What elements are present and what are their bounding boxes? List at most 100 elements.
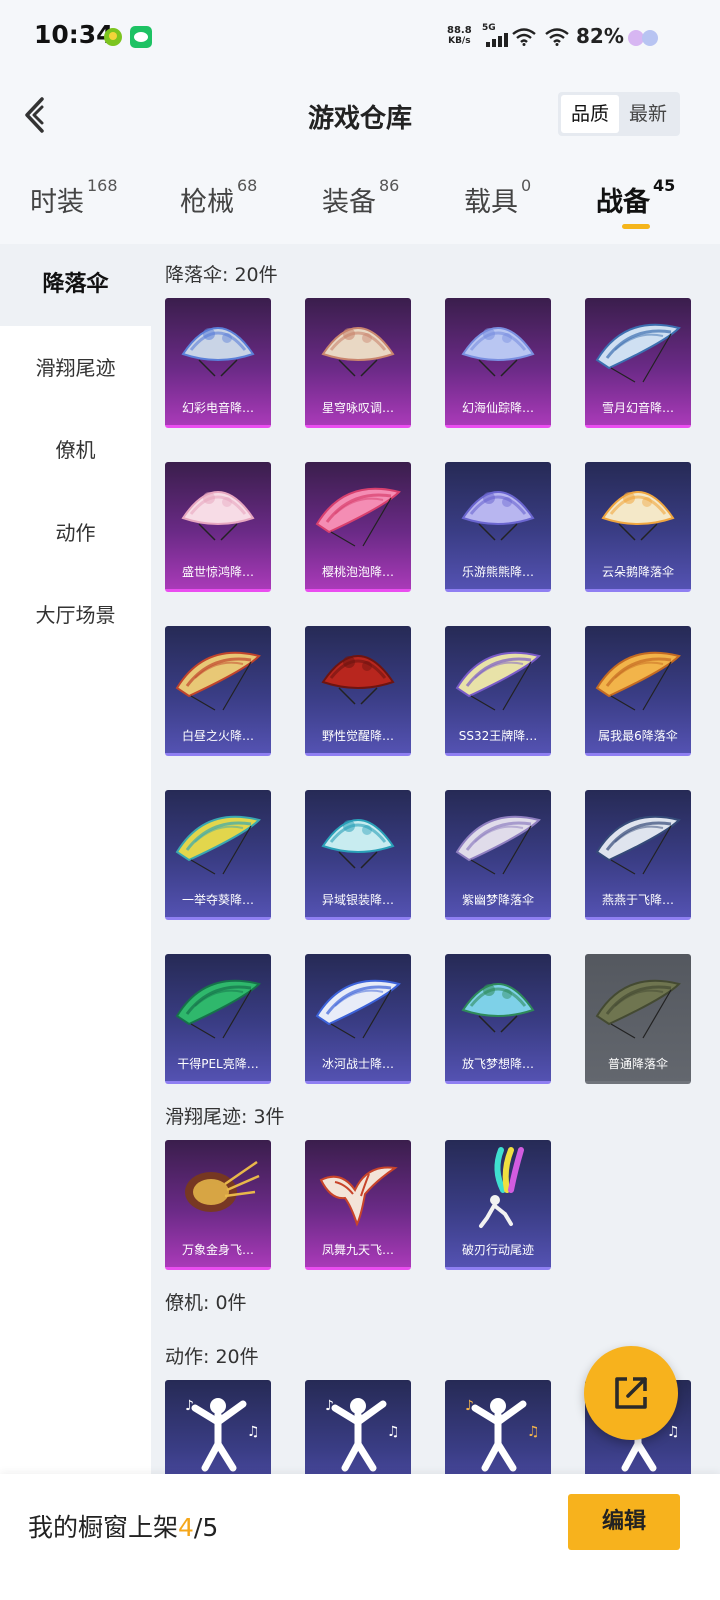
parachute-wing-icon bbox=[175, 815, 261, 875]
item-card[interactable]: 万象金身飞… bbox=[165, 1140, 271, 1270]
item-card[interactable]: 云朵鹅降落伞 bbox=[585, 462, 691, 592]
active-tab-indicator bbox=[622, 224, 650, 229]
item-card[interactable]: 凤舞九天飞… bbox=[305, 1140, 411, 1270]
parachute-wing-icon bbox=[595, 323, 681, 383]
tab-count: 45 bbox=[653, 176, 676, 195]
item-card[interactable]: SS32王牌降… bbox=[445, 626, 551, 756]
section-glide-trail-title: 滑翔尾迹: 3件 bbox=[165, 1106, 285, 1128]
item-card[interactable]: ♪♫ bbox=[445, 1380, 551, 1474]
item-name: 樱桃泡泡降… bbox=[321, 565, 394, 579]
bottom-bar: 我的橱窗上架4/5 编辑 bbox=[0, 1474, 720, 1600]
item-card[interactable]: ♪♫ bbox=[165, 1380, 271, 1474]
item-card[interactable]: 燕燕于飞降… bbox=[585, 790, 691, 920]
page-header: 游戏仓库 品质 最新 bbox=[0, 70, 720, 160]
battery-level: 82% bbox=[576, 24, 624, 48]
tab-battle-gear[interactable]: 战备45 bbox=[596, 176, 675, 219]
sidebar-item-lobby-scene[interactable]: 大厅场景 bbox=[0, 574, 151, 656]
wifi-icon bbox=[512, 28, 536, 46]
cell-signal-icon bbox=[486, 33, 508, 47]
item-card[interactable]: 冰河战士降… bbox=[305, 954, 411, 1084]
item-name: 幻海仙踪降… bbox=[461, 401, 534, 415]
parachute-round-icon bbox=[181, 327, 255, 377]
svg-text:♪: ♪ bbox=[465, 1398, 474, 1414]
item-grid-area[interactable]: 降落伞: 20件幻彩电音降… 星穹咏叹调… 幻海仙踪降… 雪月幻音降… 盛世惊鸿降… 樱桃… bbox=[151, 244, 720, 1474]
edit-button[interactable]: 编辑 bbox=[568, 1494, 680, 1550]
item-name: 盛世惊鸿降… bbox=[181, 565, 254, 579]
parachute-wing-icon bbox=[595, 651, 681, 711]
item-name: 异域银装降… bbox=[321, 893, 394, 907]
item-name: 普通降落伞 bbox=[607, 1057, 668, 1071]
network-type: 5G bbox=[482, 23, 496, 33]
network-speed-value: 88.8 bbox=[447, 25, 472, 36]
parachute-wing-icon bbox=[455, 815, 541, 875]
subcategory-sidebar: 降落伞 滑翔尾迹 僚机 动作 大厅场景 bbox=[0, 244, 151, 1474]
item-card[interactable]: 雪月幻音降… bbox=[585, 298, 691, 428]
item-name: 一举夺葵降… bbox=[181, 893, 254, 907]
item-card[interactable]: 盛世惊鸿降… bbox=[165, 462, 271, 592]
sidebar-item-glide-trail[interactable]: 滑翔尾迹 bbox=[0, 327, 151, 409]
sort-by-latest-button[interactable]: 最新 bbox=[619, 95, 677, 133]
tab-fashion[interactable]: 时装168 bbox=[30, 176, 118, 219]
emote-dab-icon: ♪♫ bbox=[325, 1398, 400, 1472]
item-card[interactable]: 野性觉醒降… bbox=[305, 626, 411, 756]
item-name: 云朵鹅降落伞 bbox=[601, 565, 674, 579]
parachute-wing-icon bbox=[315, 979, 401, 1039]
sort-by-quality-button[interactable]: 品质 bbox=[561, 95, 619, 133]
showcase-label: 我的橱窗上架 bbox=[28, 1513, 179, 1542]
sidebar-item-emote[interactable]: 动作 bbox=[0, 492, 151, 574]
parachute-round-icon bbox=[321, 819, 395, 869]
item-card[interactable]: 乐游熊熊降… bbox=[445, 462, 551, 592]
item-card[interactable]: 属我最6降落伞 bbox=[585, 626, 691, 756]
item-name: 万象金身飞… bbox=[181, 1243, 254, 1257]
parachute-round-icon bbox=[321, 655, 395, 705]
item-name: 星穹咏叹调… bbox=[321, 401, 394, 415]
item-card[interactable]: 异域银装降… bbox=[305, 790, 411, 920]
item-name: 凤舞九天飞… bbox=[321, 1243, 394, 1257]
section-parachute-title: 降落伞: 20件 bbox=[165, 264, 278, 286]
trail-burst-icon bbox=[185, 1160, 260, 1212]
item-card[interactable]: 星穹咏叹调… bbox=[305, 298, 411, 428]
parachute-round-icon bbox=[461, 983, 535, 1033]
item-card[interactable]: 一举夺葵降… bbox=[165, 790, 271, 920]
svg-text:♫: ♫ bbox=[527, 1424, 540, 1440]
wifi-icon-secondary bbox=[545, 28, 569, 46]
tab-equipment[interactable]: 装备86 bbox=[322, 176, 399, 219]
item-name: 雪月幻音降… bbox=[601, 401, 674, 415]
section-wingman-title: 僚机: 0件 bbox=[165, 1292, 247, 1314]
item-card[interactable]: 幻海仙踪降… bbox=[445, 298, 551, 428]
tab-count: 68 bbox=[237, 176, 258, 195]
svg-text:♫: ♫ bbox=[667, 1424, 680, 1440]
parachute-round-icon bbox=[321, 327, 395, 377]
parachute-wing-icon bbox=[175, 979, 261, 1039]
share-button[interactable] bbox=[584, 1346, 678, 1440]
item-card[interactable]: 樱桃泡泡降… bbox=[305, 462, 411, 592]
item-card[interactable]: 普通降落伞 bbox=[585, 954, 691, 1084]
emote-jump-icon: ♪♫ bbox=[465, 1398, 540, 1472]
item-card[interactable]: 破刃行动尾迹 bbox=[445, 1140, 551, 1270]
parachute-wing-icon bbox=[595, 979, 681, 1039]
parachute-wing-icon bbox=[455, 651, 541, 711]
item-card[interactable]: 幻彩电音降… bbox=[165, 298, 271, 428]
item-name: 野性觉醒降… bbox=[321, 729, 394, 743]
item-card[interactable]: 紫幽梦降落伞 bbox=[445, 790, 551, 920]
sidebar-item-parachute[interactable]: 降落伞 bbox=[0, 244, 151, 326]
sidebar-item-wingman[interactable]: 僚机 bbox=[0, 409, 151, 491]
network-speed-unit: KB/s bbox=[448, 36, 471, 46]
tab-vehicles[interactable]: 载具0 bbox=[464, 176, 531, 219]
tab-guns[interactable]: 枪械68 bbox=[180, 176, 257, 219]
item-name: 冰河战士降… bbox=[321, 1057, 394, 1071]
item-card[interactable]: 白昼之火降… bbox=[165, 626, 271, 756]
item-card[interactable]: 干得PEL亮降… bbox=[165, 954, 271, 1084]
item-card[interactable]: ♪♫ bbox=[305, 1380, 411, 1474]
trail-smoke-icon bbox=[479, 1147, 524, 1228]
wechat-notification-icon bbox=[130, 26, 152, 48]
share-external-icon bbox=[615, 1377, 647, 1409]
tab-label: 枪械 bbox=[180, 187, 234, 218]
item-name: 紫幽梦降落伞 bbox=[461, 893, 534, 907]
trail-phoenix-icon bbox=[319, 1166, 398, 1227]
item-card[interactable]: 放飞梦想降… bbox=[445, 954, 551, 1084]
section-emote-title: 动作: 20件 bbox=[165, 1346, 259, 1368]
tab-count: 168 bbox=[87, 176, 118, 195]
item-name: 放飞梦想降… bbox=[461, 1057, 534, 1071]
game-app-notification-icon bbox=[104, 28, 122, 46]
